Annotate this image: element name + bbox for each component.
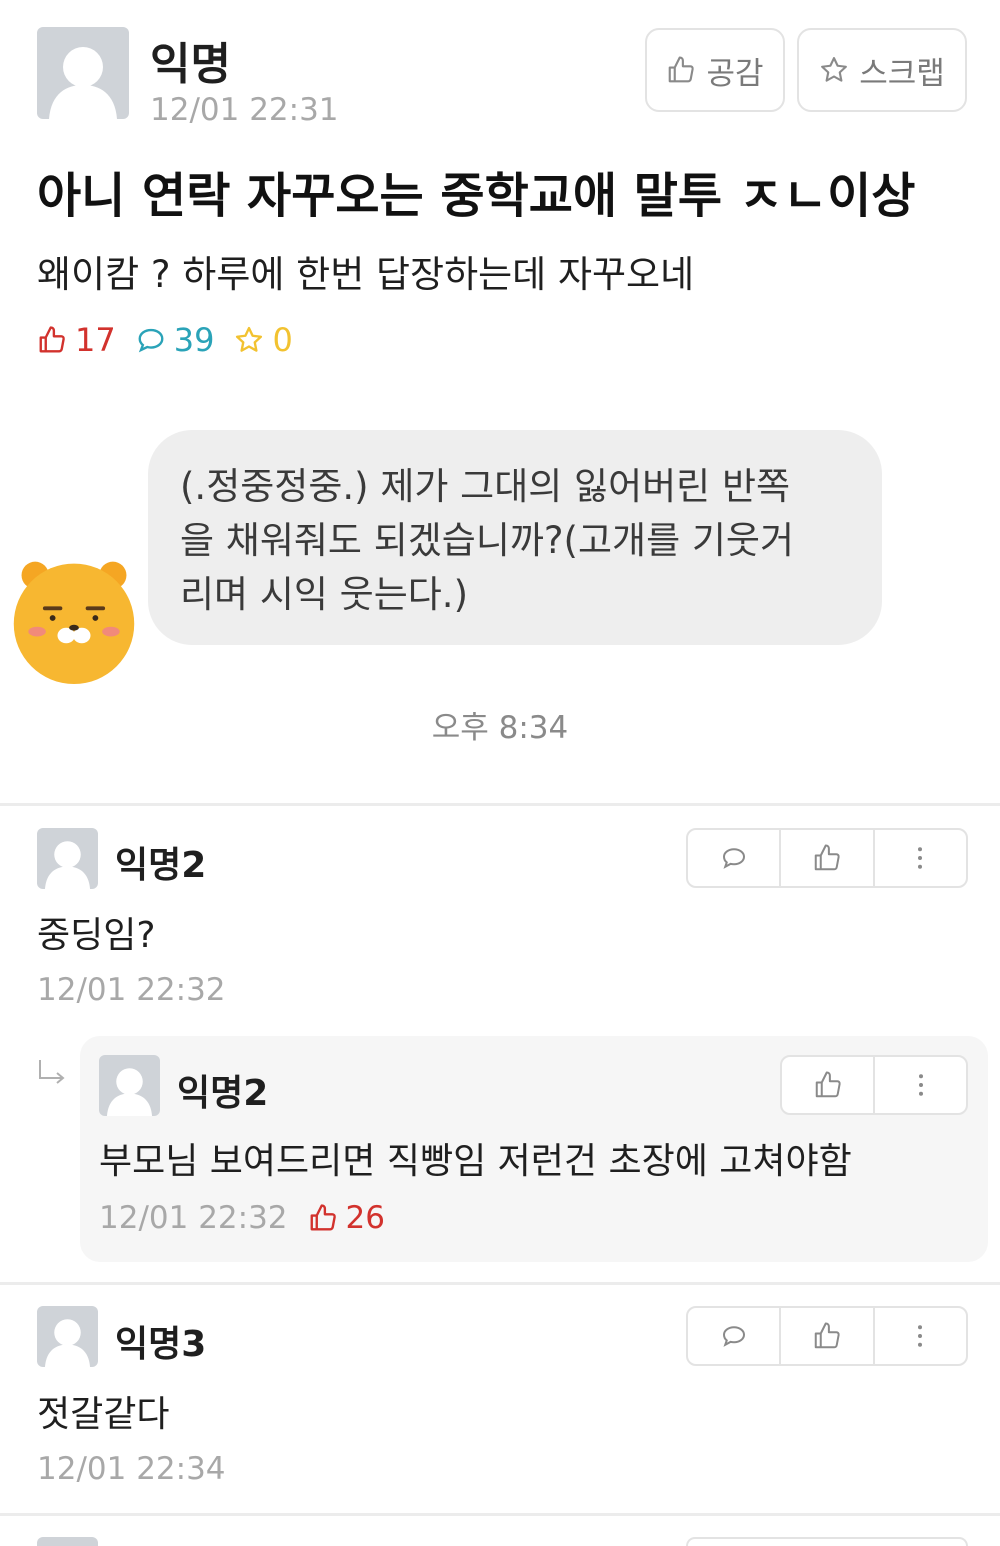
- scrap-count: 0: [272, 321, 293, 359]
- reply-actions: [780, 1055, 968, 1115]
- section-divider: [0, 1282, 1000, 1285]
- scrap-count-icon: [236, 326, 263, 352]
- comment-timestamp: 12/01 22:34: [37, 1451, 226, 1487]
- like-button[interactable]: 공감: [645, 28, 785, 112]
- post-timestamp: 12/01 22:31: [150, 92, 339, 128]
- more-vertical-icon: [918, 847, 923, 869]
- comment-actions: [686, 828, 968, 888]
- reply-like-button[interactable]: [782, 1057, 873, 1113]
- comment-avatar: [37, 1537, 98, 1546]
- section-divider: [0, 1513, 1000, 1516]
- reply-bubble-icon: [722, 1326, 745, 1347]
- comment-author: 익명3: [115, 1324, 207, 1365]
- reply-bubble-icon: [722, 848, 745, 869]
- reply-like-count-icon: [310, 1204, 336, 1231]
- thumbs-up-icon: [669, 56, 695, 83]
- reply-timestamp: 12/01 22:32: [99, 1200, 288, 1236]
- more-options-button[interactable]: [872, 1308, 966, 1364]
- comment-actions: [686, 1537, 968, 1546]
- chat-line: 을 채워줘도 되겠습니까?(고개를 기웃거: [180, 519, 794, 562]
- like-count: 17: [75, 321, 116, 359]
- chat-line: 리며 시익 웃는다.): [180, 573, 468, 616]
- reply-container: 익명2 부모님 보여드리면 직빵임 저런건 초장에 고쳐야함 12/01 22:…: [80, 1036, 988, 1262]
- comment-like-button[interactable]: [779, 1308, 872, 1364]
- ryan-character-icon: [13, 561, 135, 685]
- comment-avatar: [37, 1306, 98, 1367]
- post-body: 왜이캄 ? 하루에 한번 답장하는데 자꾸오네: [37, 253, 695, 296]
- more-vertical-icon: [918, 1074, 923, 1096]
- chat-screenshot: (.정중정중.) 제가 그대의 잃어버린 반쪽 을 채워줘도 되겠습니까?(고개…: [0, 390, 1000, 790]
- chat-line: (.정중정중.) 제가 그대의 잃어버린 반쪽: [180, 465, 791, 508]
- more-vertical-icon: [918, 1325, 923, 1347]
- comment-count: 39: [173, 321, 215, 359]
- comment-like-button[interactable]: [779, 830, 872, 886]
- reply-author: 익명2: [177, 1073, 269, 1114]
- chat-bubble: (.정중정중.) 제가 그대의 잃어버린 반쪽 을 채워줘도 되겠습니까?(고개…: [148, 430, 882, 645]
- comment-avatar: [37, 828, 98, 889]
- reply-meta: 12/01 22:32 26: [99, 1198, 385, 1238]
- like-count-icon: [39, 326, 65, 353]
- comment-author: 익명2: [115, 845, 207, 886]
- post-author-avatar: [37, 27, 129, 119]
- reply-text: 부모님 보여드리면 직빵임 저런건 초장에 고쳐야함: [99, 1141, 852, 1182]
- reply-button[interactable]: [688, 830, 779, 886]
- post-author-name: 익명: [150, 39, 231, 90]
- default-avatar-icon: [44, 841, 91, 889]
- reply-button[interactable]: [688, 1308, 779, 1364]
- comment-text: 중딩임?: [37, 915, 156, 956]
- default-avatar-icon: [44, 1319, 91, 1367]
- post-title: 아니 연락 자꾸오는 중학교애 말투 ㅈㄴ이상: [37, 168, 916, 224]
- reply-avatar: [99, 1055, 160, 1116]
- like-button-label: 공감: [706, 55, 764, 92]
- star-icon: [821, 57, 848, 82]
- chat-time: 오후 8:34: [431, 710, 569, 746]
- default-avatar-icon: [49, 47, 117, 119]
- comment-count-icon: [138, 328, 164, 353]
- thumbs-up-icon: [814, 1322, 840, 1349]
- thumbs-up-icon: [814, 844, 840, 871]
- scrap-button[interactable]: 스크랩: [797, 28, 967, 112]
- comment-actions: [686, 1306, 968, 1366]
- reply-like-count: 26: [345, 1200, 385, 1236]
- reply-more-options-button[interactable]: [873, 1057, 966, 1113]
- comment-text: 젓갈같다: [37, 1394, 170, 1435]
- default-avatar-icon: [106, 1068, 153, 1116]
- section-divider: [0, 803, 1000, 806]
- more-options-button[interactable]: [872, 830, 966, 886]
- reply-arrow-icon: [39, 1060, 65, 1084]
- post-stats: 17 39 0: [37, 318, 293, 362]
- comment-timestamp: 12/01 22:32: [37, 972, 226, 1008]
- thumbs-up-icon: [815, 1071, 841, 1098]
- scrap-button-label: 스크랩: [859, 55, 945, 92]
